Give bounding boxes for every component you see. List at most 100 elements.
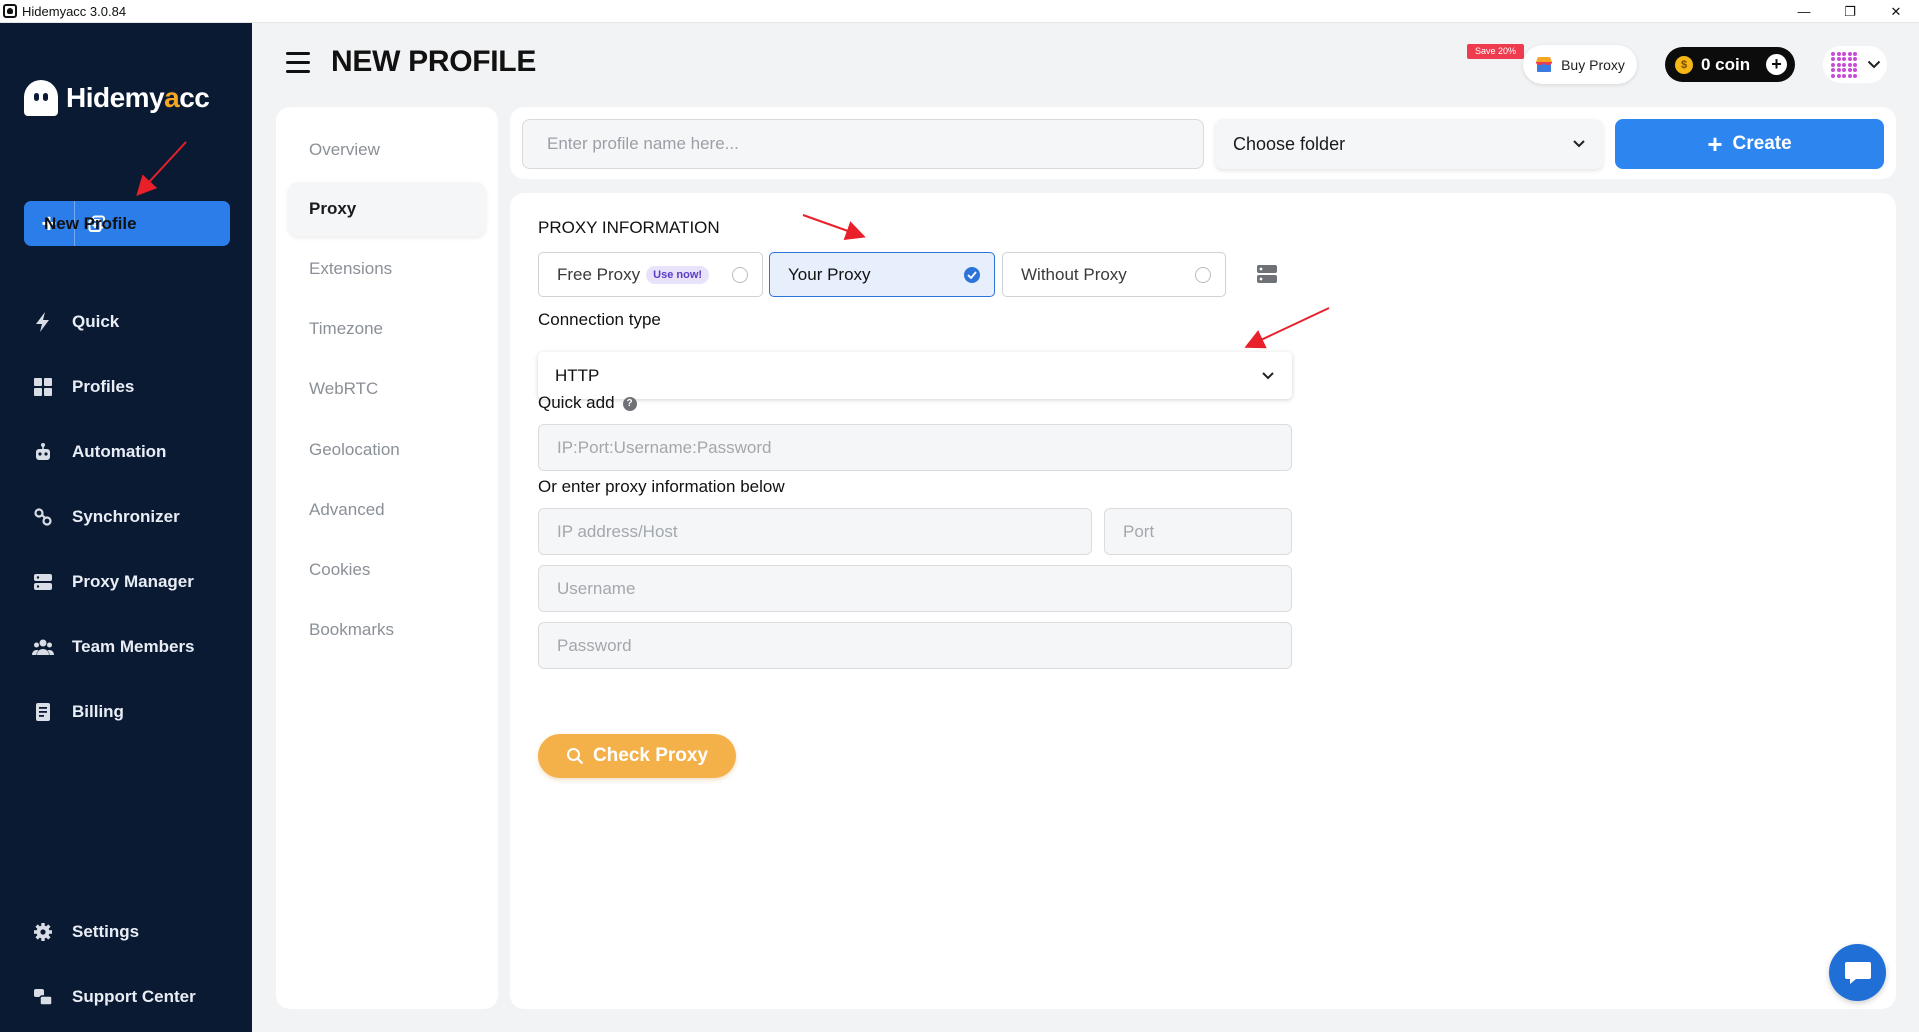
lightning-icon (32, 311, 54, 333)
chat-icon (1844, 961, 1871, 984)
new-profile-label: New Profile (44, 213, 137, 233)
section-title: PROXY INFORMATION (538, 218, 720, 237)
sidebar: Hidemyacc + New Profile Quick Profiles A… (0, 23, 252, 1032)
avatar (1831, 51, 1857, 78)
buy-proxy-button[interactable]: Buy Proxy (1523, 45, 1637, 84)
profile-name-input[interactable] (522, 119, 1204, 169)
check-circle-icon (964, 267, 980, 283)
quick-add-input[interactable] (538, 424, 1292, 471)
sidebar-item-support-center[interactable]: Support Center (0, 964, 252, 1029)
create-label: Create (1732, 133, 1792, 154)
ghost-logo-icon (24, 80, 58, 116)
sidebar-item-team-members[interactable]: Team Members (0, 614, 252, 679)
folder-select-label: Choose folder (1233, 133, 1346, 154)
your-proxy-option[interactable]: Your Proxy (769, 252, 995, 297)
sidebar-nav: Quick Profiles Automation Synchronizer P… (0, 289, 252, 744)
sidebar-item-label: Profiles (72, 376, 135, 396)
help-icon[interactable]: ? (622, 396, 637, 411)
tab-webrtc[interactable]: WebRTC (288, 362, 486, 416)
brand-name: Hidemyacc (66, 82, 210, 113)
port-input[interactable] (1104, 508, 1292, 555)
proxy-settings-card: PROXY INFORMATION Free Proxy Use now! Yo… (510, 193, 1896, 1009)
sidebar-item-settings[interactable]: Settings (0, 899, 252, 964)
chevron-down-icon (1262, 372, 1274, 380)
sync-icon (32, 506, 54, 528)
connection-type-label: Connection type (538, 310, 661, 329)
new-profile-button[interactable]: + New Profile (24, 201, 230, 246)
sidebar-item-label: Team Members (72, 636, 195, 656)
username-input[interactable] (538, 565, 1292, 612)
sidebar-item-proxy-manager[interactable]: Proxy Manager (0, 549, 252, 614)
tab-proxy[interactable]: Proxy (288, 182, 486, 236)
account-menu-button[interactable] (1823, 46, 1887, 83)
password-input[interactable] (538, 622, 1292, 669)
plus-icon: + (1707, 129, 1723, 159)
save-badge: Save 20% (1467, 44, 1524, 59)
sidebar-item-label: Synchronizer (72, 506, 180, 526)
coin-balance[interactable]: $ 0 coin + (1665, 47, 1795, 82)
window-titlebar: Hidemyacc 3.0.84 — ❐ ✕ (0, 0, 1919, 23)
server-icon (32, 571, 54, 593)
gear-icon (32, 921, 54, 943)
sidebar-item-automation[interactable]: Automation (0, 419, 252, 484)
buy-proxy-label: Buy Proxy (1561, 56, 1625, 73)
connection-type-value: HTTP (555, 365, 600, 385)
menu-toggle-button[interactable] (286, 52, 310, 74)
sidebar-item-label: Billing (72, 701, 124, 721)
tab-geolocation[interactable]: Geolocation (288, 423, 486, 477)
connection-type-select[interactable]: HTTP (538, 352, 1292, 399)
free-proxy-option[interactable]: Free Proxy Use now! (538, 252, 763, 297)
server-icon (1257, 265, 1277, 283)
tab-extensions[interactable]: Extensions (288, 242, 486, 296)
coin-icon: $ (1675, 55, 1693, 74)
minimize-button[interactable]: — (1781, 0, 1827, 23)
sidebar-item-profiles[interactable]: Profiles (0, 354, 252, 419)
shop-icon (1536, 57, 1553, 72)
without-proxy-option[interactable]: Without Proxy (1002, 252, 1226, 297)
team-icon (32, 636, 54, 658)
radio-icon (1195, 267, 1211, 283)
sidebar-item-synchronizer[interactable]: Synchronizer (0, 484, 252, 549)
option-label: Your Proxy (788, 264, 871, 284)
settings-tabs: Overview Proxy Extensions Timezone WebRT… (276, 107, 498, 1009)
tab-advanced[interactable]: Advanced (288, 483, 486, 537)
receipt-icon (32, 701, 54, 723)
check-proxy-label: Check Proxy (592, 745, 709, 766)
robot-icon (32, 441, 54, 463)
host-input[interactable] (538, 508, 1092, 555)
check-proxy-button[interactable]: Check Proxy (538, 734, 736, 778)
sidebar-item-label: Quick (72, 311, 120, 331)
search-icon (566, 747, 584, 765)
maximize-button[interactable]: ❐ (1827, 0, 1873, 23)
window-controls: — ❐ ✕ (1781, 0, 1919, 23)
tab-overview[interactable]: Overview (288, 123, 486, 177)
chat-support-button[interactable] (1829, 944, 1886, 1001)
radio-icon (732, 267, 748, 283)
page-title: NEW PROFILE (331, 45, 537, 78)
manual-entry-label: Or enter proxy information below (538, 477, 785, 496)
sidebar-item-quick[interactable]: Quick (0, 289, 252, 354)
option-label: Free Proxy (557, 264, 641, 284)
close-button[interactable]: ✕ (1873, 0, 1919, 23)
create-button[interactable]: + Create (1615, 119, 1884, 169)
quick-add-label: Quick add? (538, 393, 637, 413)
use-now-badge: Use now! (646, 265, 710, 284)
folder-select[interactable]: Choose folder (1215, 119, 1603, 169)
tab-timezone[interactable]: Timezone (288, 302, 486, 356)
grid-icon (32, 376, 54, 398)
add-coin-button[interactable]: + (1766, 54, 1787, 75)
sidebar-item-label: Settings (72, 921, 140, 941)
tab-bookmarks[interactable]: Bookmarks (288, 603, 486, 657)
coin-label: 0 coin (1701, 54, 1751, 74)
support-icon (32, 986, 54, 1008)
chevron-down-icon (1867, 60, 1881, 69)
tab-cookies[interactable]: Cookies (288, 543, 486, 597)
app-icon (3, 4, 17, 18)
window-title: Hidemyacc 3.0.84 (22, 3, 127, 19)
sidebar-item-label: Automation (72, 441, 167, 461)
profile-topbar: Choose folder + Create (510, 107, 1896, 179)
sidebar-item-label: Support Center (72, 986, 196, 1006)
proxy-list-button[interactable] (1256, 263, 1278, 285)
sidebar-item-billing[interactable]: Billing (0, 679, 252, 744)
logo: Hidemyacc (24, 80, 210, 116)
